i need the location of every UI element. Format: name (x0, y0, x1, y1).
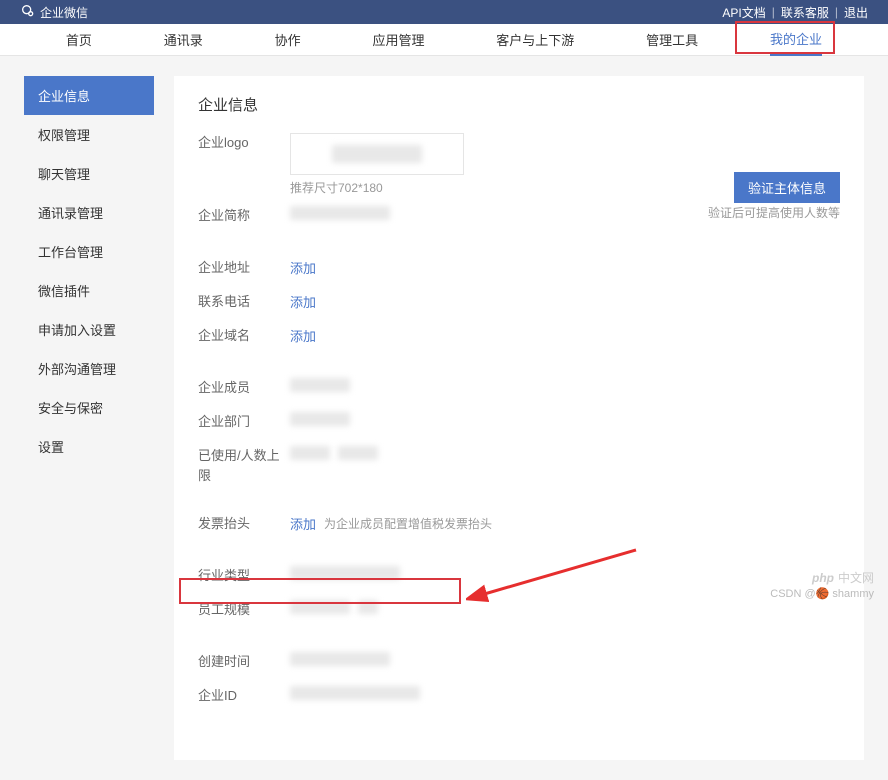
label-scale: 员工规模 (198, 600, 290, 620)
nav-contacts[interactable]: 通讯录 (164, 24, 203, 56)
csdn-watermark: CSDN @🏀 shammy (770, 587, 874, 601)
field-usage: 已使用/人数上限 (198, 446, 840, 486)
label-members: 企业成员 (198, 378, 290, 398)
label-domain: 企业域名 (198, 326, 290, 346)
label-industry: 行业类型 (198, 566, 290, 586)
content-panel: 企业信息 企业logo 推荐尺寸702*180 验证主体信息 验证后可提高使用人… (174, 76, 864, 760)
main-navbar: 首页 通讯录 协作 应用管理 客户与上下游 管理工具 我的企业 (0, 24, 888, 56)
nav-collaboration[interactable]: 协作 (275, 24, 301, 56)
sidebar-item-contacts-mgmt[interactable]: 通讯录管理 (24, 193, 154, 232)
nav-my-enterprise[interactable]: 我的企业 (770, 24, 822, 56)
php-logo-icon: php (812, 571, 834, 587)
sidebar-item-wechat-plugin[interactable]: 微信插件 (24, 271, 154, 310)
sidebar-item-chat[interactable]: 聊天管理 (24, 154, 154, 193)
label-address: 企业地址 (198, 258, 290, 278)
sidebar-item-security[interactable]: 安全与保密 (24, 388, 154, 427)
nav-app-management[interactable]: 应用管理 (372, 24, 424, 56)
divider: | (835, 5, 838, 19)
verify-entity-button[interactable]: 验证主体信息 (734, 172, 840, 203)
brand-name: 企业微信 (40, 4, 88, 21)
label-created: 创建时间 (198, 652, 290, 672)
label-corpid: 企业ID (198, 686, 290, 706)
label-logo: 企业logo (198, 133, 290, 153)
link-logout[interactable]: 退出 (844, 4, 868, 21)
sidebar-item-workbench[interactable]: 工作台管理 (24, 232, 154, 271)
add-address-link[interactable]: 添加 (290, 258, 316, 277)
field-members: 企业成员 (198, 378, 840, 402)
logo-recommend: 推荐尺寸702*180 (290, 179, 464, 196)
sidebar-item-join-settings[interactable]: 申请加入设置 (24, 310, 154, 349)
label-name: 企业简称 (198, 206, 290, 226)
label-usage: 已使用/人数上限 (198, 446, 290, 486)
page-title: 企业信息 (198, 94, 840, 115)
sidebar: 企业信息 权限管理 聊天管理 通讯录管理 工作台管理 微信插件 申请加入设置 外… (24, 76, 154, 760)
label-phone: 联系电话 (198, 292, 290, 312)
nav-customers[interactable]: 客户与上下游 (496, 24, 574, 56)
divider: | (772, 5, 775, 19)
nav-admin-tools[interactable]: 管理工具 (646, 24, 698, 56)
logo-preview[interactable] (290, 133, 464, 175)
label-invoice: 发票抬头 (198, 514, 290, 534)
sidebar-item-enterprise-info[interactable]: 企业信息 (24, 76, 154, 115)
link-api-docs[interactable]: API文档 (722, 4, 765, 21)
field-created: 创建时间 (198, 652, 840, 676)
verify-hint: 验证后可提高使用人数等 (708, 204, 840, 221)
add-phone-link[interactable]: 添加 (290, 292, 316, 311)
link-contact-support[interactable]: 联系客服 (781, 4, 829, 21)
sidebar-item-settings[interactable]: 设置 (24, 427, 154, 466)
field-scale: 员工规模 (198, 600, 840, 624)
field-address: 企业地址 添加 (198, 258, 840, 282)
field-industry: 行业类型 (198, 566, 840, 590)
field-corpid: 企业ID (198, 686, 840, 710)
field-invoice: 发票抬头 添加 为企业成员配置增值税发票抬头 (198, 514, 840, 538)
field-domain: 企业域名 添加 (198, 326, 840, 350)
watermark: php中文网 CSDN @🏀 shammy (770, 571, 874, 601)
field-phone: 联系电话 添加 (198, 292, 840, 316)
wecom-logo-icon (20, 3, 36, 22)
label-departments: 企业部门 (198, 412, 290, 432)
invoice-hint: 为企业成员配置增值税发票抬头 (324, 515, 492, 532)
nav-home[interactable]: 首页 (66, 24, 92, 56)
sidebar-item-external-comm[interactable]: 外部沟通管理 (24, 349, 154, 388)
field-departments: 企业部门 (198, 412, 840, 436)
sidebar-item-permissions[interactable]: 权限管理 (24, 115, 154, 154)
add-domain-link[interactable]: 添加 (290, 326, 316, 345)
add-invoice-link[interactable]: 添加 (290, 514, 316, 533)
topbar: 企业微信 API文档 | 联系客服 | 退出 (0, 0, 888, 24)
